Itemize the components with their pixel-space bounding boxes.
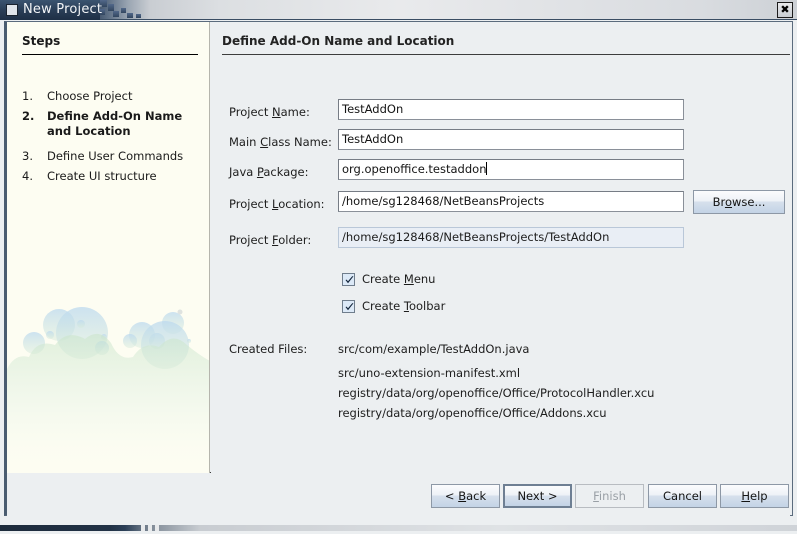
dialog-body: Steps 1. Choose Project 2. Define Add-On… bbox=[4, 21, 793, 516]
steps-panel: Steps 1. Choose Project 2. Define Add-On… bbox=[7, 22, 210, 473]
title-decoration-pixel bbox=[136, 14, 141, 18]
finish-button: Finish bbox=[575, 484, 644, 508]
create-toolbar-label: Create Toolbar bbox=[362, 299, 446, 313]
title-decoration-pixel bbox=[108, 4, 114, 11]
page-title-divider bbox=[222, 54, 790, 55]
java-package-label: Java Package: bbox=[229, 165, 309, 179]
step-label: Create UI structure bbox=[47, 169, 157, 183]
checkbox-checked-icon[interactable] bbox=[342, 300, 355, 313]
created-file-item: src/com/example/TestAddOn.java bbox=[338, 342, 530, 356]
cancel-button[interactable]: Cancel bbox=[648, 484, 717, 508]
step-number: 4. bbox=[22, 169, 33, 183]
step-label: Define Add-On Name and Location bbox=[47, 109, 183, 138]
created-file-item: src/uno-extension-manifest.xml bbox=[338, 366, 521, 380]
frame-decoration-pixel bbox=[155, 525, 159, 531]
title-decoration-pixel bbox=[121, 8, 126, 13]
steps-divider bbox=[22, 54, 198, 55]
window-title: New Project bbox=[23, 2, 103, 17]
new-project-dialog-window: New Project ✖ Steps 1. Choose Project 2.… bbox=[0, 0, 797, 534]
back-button[interactable]: < Back bbox=[431, 484, 500, 508]
step-label: Choose Project bbox=[47, 89, 133, 103]
frame-decoration-pixel bbox=[148, 525, 152, 531]
project-location-label: Project Location: bbox=[229, 197, 325, 211]
main-class-name-label: Main Class Name: bbox=[229, 135, 332, 149]
close-icon[interactable]: ✖ bbox=[777, 2, 793, 18]
title-decoration-pixel bbox=[127, 13, 133, 18]
main-panel: Define Add-On Name and Location Project … bbox=[211, 22, 790, 473]
project-folder-output: /home/sg128468/NetBeansProjects/TestAddO… bbox=[338, 227, 684, 248]
created-files-label: Created Files: bbox=[229, 342, 308, 356]
decorative-watermark bbox=[7, 307, 209, 473]
checkbox-checked-icon[interactable] bbox=[342, 273, 355, 286]
frame-decoration-pixel bbox=[141, 525, 145, 531]
project-folder-label: Project Folder: bbox=[229, 233, 312, 247]
browse-button[interactable]: Browse... bbox=[693, 190, 785, 214]
step-label: Define User Commands bbox=[47, 149, 184, 163]
step-number: 1. bbox=[22, 89, 33, 103]
created-file-item: registry/data/org/openoffice/Office/Prot… bbox=[338, 386, 655, 400]
main-class-name-input[interactable]: TestAddOn bbox=[338, 129, 684, 150]
window-bottom-bar bbox=[0, 525, 797, 531]
project-name-label: Project Name: bbox=[229, 105, 310, 119]
next-button[interactable]: Next > bbox=[503, 484, 572, 508]
title-bar: New Project ✖ bbox=[0, 0, 797, 20]
window-icon bbox=[6, 4, 18, 16]
text-caret bbox=[486, 162, 488, 175]
step-number: 3. bbox=[22, 149, 33, 163]
steps-heading: Steps bbox=[22, 34, 61, 48]
dialog-button-bar: < Back Next > Finish Cancel Help bbox=[7, 474, 790, 516]
window-bottom-frame bbox=[0, 518, 797, 534]
project-location-input[interactable]: /home/sg128468/NetBeansProjects bbox=[338, 191, 684, 212]
project-name-input[interactable]: TestAddOn bbox=[338, 99, 684, 120]
create-menu-label: Create Menu bbox=[362, 272, 436, 286]
step-number: 2. bbox=[22, 109, 35, 123]
page-title: Define Add-On Name and Location bbox=[222, 34, 455, 48]
title-decoration-pixel bbox=[113, 11, 119, 17]
java-package-input[interactable]: org.openoffice.testaddon bbox=[338, 159, 684, 180]
help-button[interactable]: Help bbox=[720, 484, 789, 508]
content-area: Steps 1. Choose Project 2. Define Add-On… bbox=[7, 22, 790, 473]
created-file-item: registry/data/org/openoffice/Office/Addo… bbox=[338, 406, 607, 420]
